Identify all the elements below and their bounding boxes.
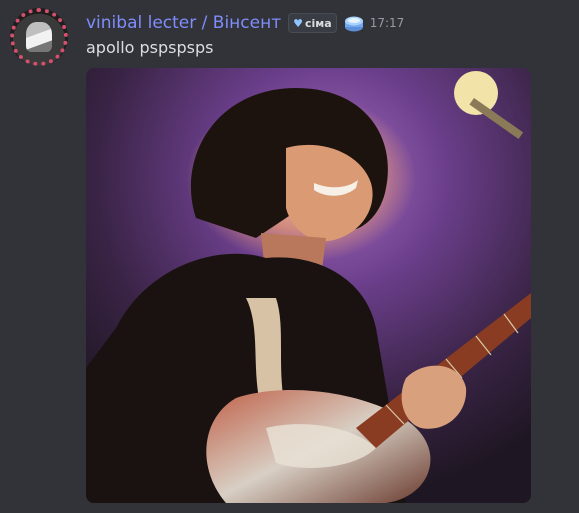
avatar[interactable] bbox=[10, 8, 68, 66]
blue-cake-icon[interactable] bbox=[343, 12, 365, 34]
username[interactable]: vinibal lecter / Вінсент bbox=[86, 13, 281, 33]
guitarist-photo bbox=[86, 68, 531, 503]
timestamp: 17:17 bbox=[369, 16, 405, 30]
chat-message: vinibal lecter / Вінсент ♥ сіма 17:17 ap… bbox=[0, 0, 579, 513]
blue-heart-icon: ♥ bbox=[293, 16, 303, 30]
message-text: apollo pspspsps bbox=[86, 38, 214, 57]
message-header: vinibal lecter / Вінсент ♥ сіма 17:17 bbox=[86, 10, 404, 36]
clan-tag-label: сіма bbox=[305, 16, 332, 30]
clan-tag[interactable]: ♥ сіма bbox=[288, 13, 337, 33]
avatar-flower-ring bbox=[10, 8, 68, 66]
image-attachment[interactable] bbox=[86, 68, 531, 503]
